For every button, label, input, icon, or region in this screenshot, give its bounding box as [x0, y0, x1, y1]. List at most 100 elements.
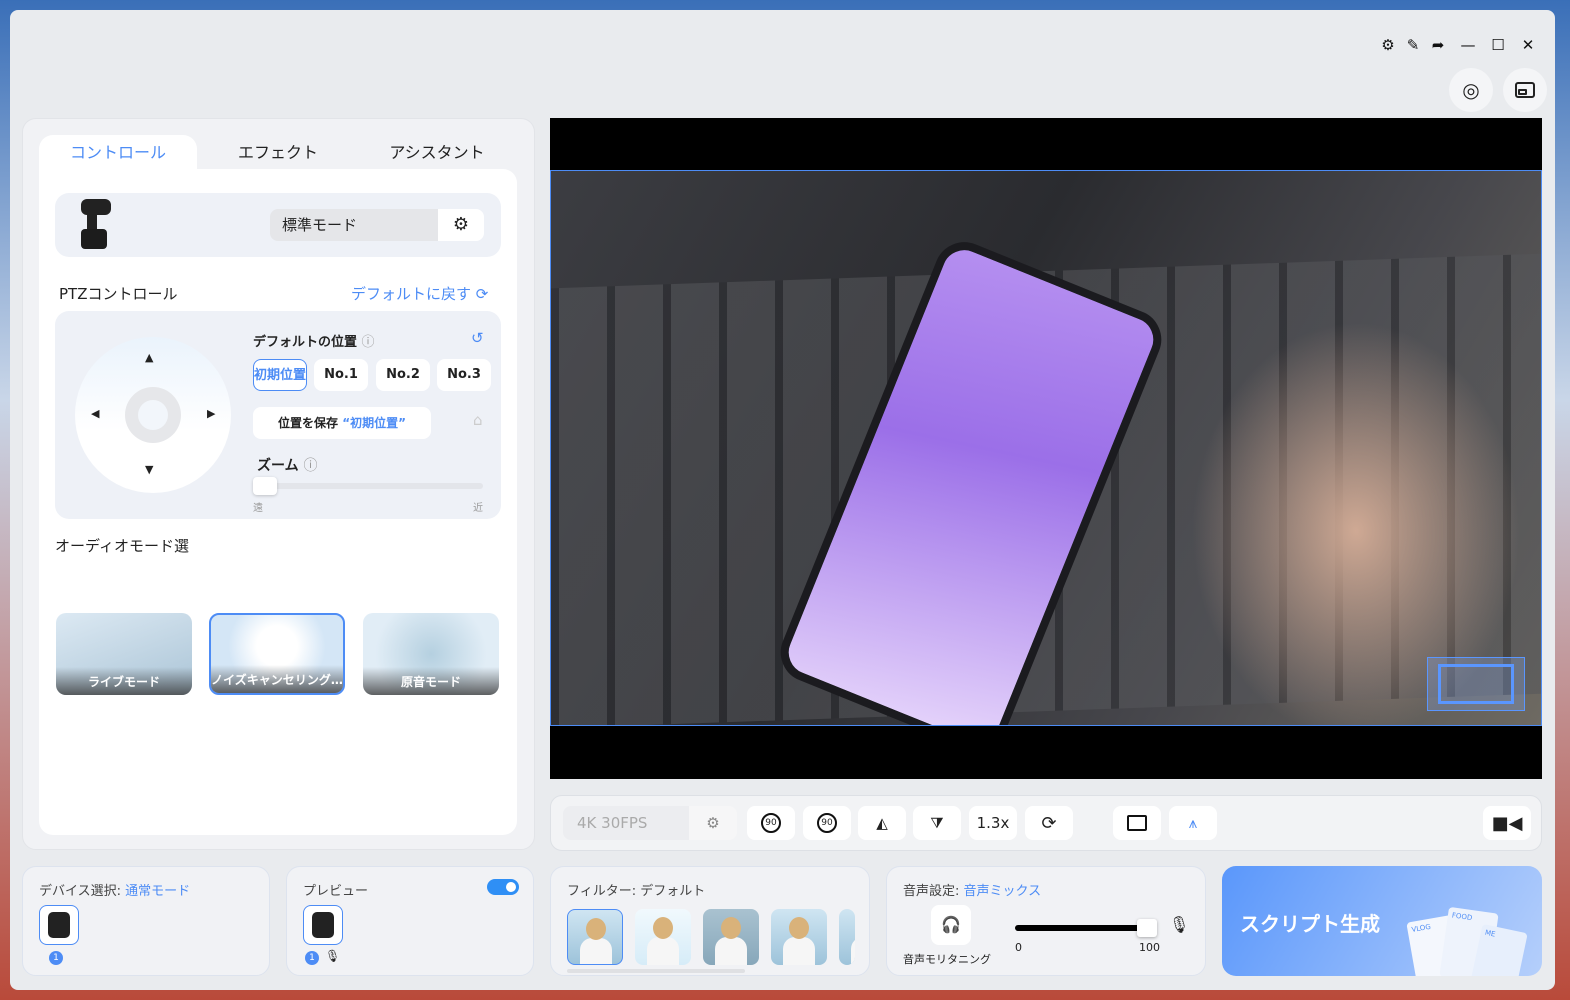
resolution-select[interactable]: 4K 30FPS [563, 806, 689, 840]
filter-bright[interactable] [635, 909, 691, 965]
refresh-icon: ⟳ [1041, 812, 1057, 834]
audio-mode-label: ノイズキャンセリング… [211, 665, 343, 693]
position-no2[interactable]: No.2 [376, 359, 430, 391]
info-icon: ⓘ [361, 335, 375, 350]
minimap-overlay[interactable] [1427, 657, 1525, 711]
filter-value: デフォルト [640, 884, 706, 899]
camera-feed[interactable] [550, 170, 1542, 726]
gear-icon[interactable]: ⚙ [1377, 34, 1399, 56]
tab-control[interactable]: コントロール [39, 135, 197, 171]
tab-effect[interactable]: エフェクト [199, 135, 357, 171]
voice-settings-card: 音声設定: 音声ミックス 🎧 音声モリタニング 🎙 0 100 [886, 866, 1206, 976]
preview-count-badge: 1 [305, 951, 319, 965]
volume-min: 0 [1015, 941, 1022, 954]
preview-device-thumbnail[interactable] [303, 905, 343, 945]
reset-position-icon[interactable]: ↺ [471, 329, 484, 347]
monitor-label: 音声モリタニング [903, 953, 991, 966]
device-select-title: デバイス選択: 通常モード [39, 880, 190, 899]
position-initial[interactable]: 初期位置 [253, 359, 307, 391]
volume-slider[interactable] [1015, 925, 1147, 931]
filter-soft[interactable] [771, 909, 827, 965]
preview-label: プレビュー [303, 884, 369, 899]
resolution-settings-button[interactable]: ⚙ [689, 806, 737, 840]
audio-mode-live[interactable]: ライブモード [56, 613, 192, 695]
maximize-icon[interactable]: ☐ [1487, 34, 1509, 56]
audio-mode-noise-cancel[interactable]: ノイズキャンセリング… [209, 613, 345, 695]
filter-cool[interactable] [703, 909, 759, 965]
device-box: 標準モード ⚙ [55, 193, 501, 257]
position-no3[interactable]: No.3 [437, 359, 491, 391]
zoom-level-button[interactable]: 1.3x [969, 806, 1017, 840]
close-icon[interactable]: ✕ [1517, 34, 1539, 56]
flip-horizontal-button[interactable]: ◭ [858, 806, 906, 840]
video-camera-icon: ■◀ [1491, 812, 1523, 834]
refresh-button[interactable]: ⟳ [1025, 806, 1073, 840]
screen-button[interactable] [1113, 806, 1161, 840]
default-position-title: デフォルトの位置 ⓘ [253, 331, 375, 350]
center-button[interactable] [125, 387, 181, 443]
pip-button[interactable] [1503, 68, 1547, 112]
arrow-right-icon[interactable]: ▶ [207, 407, 215, 420]
voice-title: 音声設定: 音声ミックス [903, 880, 1041, 899]
tripod-icon: ⩚ [1188, 814, 1198, 832]
save-position-button[interactable]: 位置を保存 “初期位置” [253, 407, 431, 439]
rotate-left-button[interactable]: 90 [747, 806, 795, 840]
clear-icon[interactable]: ⌂ [473, 411, 483, 429]
zoom-slider[interactable] [253, 483, 483, 489]
webcam-button[interactable]: ◎ [1449, 68, 1493, 112]
preview-card: プレビュー 1 🎙 [286, 866, 534, 976]
position-no1[interactable]: No.1 [314, 359, 368, 391]
device-select-value[interactable]: 通常モード [125, 884, 190, 899]
microphone-icon[interactable]: 🎙 [1169, 915, 1189, 934]
zoom-title: ズーム ⓘ [257, 455, 317, 475]
filter-more[interactable] [839, 909, 855, 965]
filter-scrollbar[interactable] [567, 969, 745, 973]
refresh-icon: ⟳ [475, 285, 489, 303]
script-generate-button[interactable]: スクリプト生成 VLOG FOOD ME [1222, 866, 1542, 976]
picture-in-picture-icon [1515, 82, 1535, 98]
camera-icon [48, 912, 70, 938]
zoom-slider-handle[interactable] [253, 477, 277, 495]
tab-assistant[interactable]: アシスタント [358, 135, 516, 171]
minimize-icon[interactable]: — [1457, 34, 1479, 56]
arrow-left-icon[interactable]: ◀ [91, 407, 99, 420]
share-icon[interactable]: ➦ [1427, 34, 1449, 56]
tripod-button[interactable]: ⩚ [1169, 806, 1217, 840]
arrow-down-icon[interactable]: ▼ [145, 463, 153, 476]
headphones-icon: 🎧 [941, 915, 961, 934]
ptz-title: PTZコントロール [59, 285, 178, 303]
mode-select[interactable]: 標準モード [270, 209, 438, 241]
info-icon: ⓘ [303, 458, 318, 474]
direction-pad[interactable]: ▲ ▼ ◀ ▶ [75, 337, 231, 493]
filter-title: フィルター: デフォルト [567, 880, 705, 899]
save-label: 位置を保存 [278, 416, 339, 430]
volume-slider-handle[interactable] [1137, 919, 1157, 937]
flip-vertical-button[interactable]: ⧩ [913, 806, 961, 840]
rotate-right-button[interactable]: 90 [803, 806, 851, 840]
camera-image [75, 199, 115, 255]
monitor-button[interactable]: 🎧 [931, 905, 971, 945]
control-card: 標準モード ⚙ PTZコントロール デフォルトに戻す ⟳ ▲ ▼ ◀ ▶ デフォ… [39, 169, 517, 835]
pin-icon[interactable]: ✎ [1402, 34, 1424, 56]
device-thumbnail[interactable] [39, 905, 79, 945]
zoom-far-label: 遠 [253, 503, 263, 514]
device-count-badge: 1 [49, 951, 63, 965]
preview-toggle[interactable] [487, 879, 519, 895]
arrow-up-icon[interactable]: ▲ [145, 351, 153, 364]
gear-icon: ⚙ [452, 214, 470, 235]
rotate-right-icon: 90 [817, 813, 837, 833]
video-preview [550, 118, 1542, 779]
reset-default-link[interactable]: デフォルトに戻す ⟳ [351, 283, 488, 304]
voice-value[interactable]: 音声ミックス [964, 884, 1042, 899]
record-button[interactable]: ■◀ [1483, 806, 1531, 840]
flip-horizontal-icon: ◭ [876, 814, 888, 832]
mode-settings-button[interactable]: ⚙ [438, 209, 484, 241]
voice-label: 音声設定: [903, 884, 960, 899]
device-select-label: デバイス選択: [39, 884, 121, 899]
script-generate-label: スクリプト生成 [1240, 912, 1380, 936]
zoom-near-label: 近 [473, 503, 483, 514]
filter-default[interactable] [567, 909, 623, 965]
default-position-label: デフォルトの位置 [253, 335, 358, 350]
audio-mode-original[interactable]: 原音モード [363, 613, 499, 695]
save-target: “初期位置” [342, 416, 406, 430]
